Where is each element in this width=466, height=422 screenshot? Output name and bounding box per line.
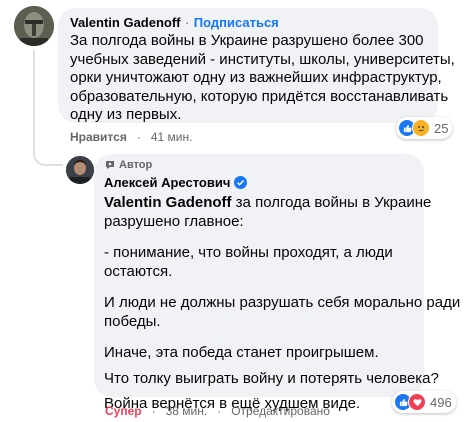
comment-line: И люди не должны разрушать себя морально… [104, 294, 461, 311]
avatar-arestovich[interactable] [66, 156, 94, 184]
thread-line-curve [33, 150, 63, 166]
love-icon [408, 393, 426, 411]
comment-actions: Супер · 38 мин. · Отредактировано [105, 404, 330, 418]
comment-bubble-valentin: Valentin Gadenoff · Подписаться За полго… [58, 8, 455, 123]
reaction-count: 25 [434, 120, 449, 136]
thread-line-vertical [33, 50, 35, 150]
comment-line: Иначе, эта победа станет проигрышем. [104, 344, 379, 361]
comment-author[interactable]: Valentin Gadenoff [70, 15, 181, 30]
reactions-summary[interactable]: 496 [392, 391, 456, 413]
comment-bubble-arestovich: Автор Алексей Арестович Valentin Gadenof… [94, 154, 460, 412]
edited-label: Отредактировано [231, 404, 330, 418]
comment-text: Valentin Gadenoff за полгода войны в Укр… [104, 194, 460, 414]
comment-fragment: за полгода войны в Украине [231, 194, 432, 211]
comment-time[interactable]: 41 мин. [151, 130, 193, 144]
comment-line: учебных заведений - институты, школы, ун… [70, 50, 455, 68]
sad-icon [412, 119, 430, 137]
comment-text: За полгода войны в Украине разрушено бол… [70, 32, 455, 125]
comment-line: Что толку выиграть войну и потерять чело… [104, 369, 439, 387]
follow-button[interactable]: Подписаться [194, 15, 279, 30]
reactions-summary[interactable]: 25 [396, 117, 453, 139]
reaction-count: 496 [430, 394, 452, 410]
separator-dot: · [217, 404, 222, 418]
avatar-valentin[interactable] [14, 6, 54, 46]
avatar-image [14, 6, 54, 46]
mention-link[interactable]: Valentin Gadenoff [104, 194, 232, 211]
separator-dot: · [136, 130, 141, 144]
comment-actions: Нравится · 41 мин. [70, 130, 192, 144]
comment-time[interactable]: 38 мин. [166, 404, 208, 418]
comment-line: орки уничтожают одну из важнейших инфрас… [70, 69, 442, 86]
comment-line: образовательную, которую придётся восста… [70, 87, 449, 105]
comment-line: разрушено главное: [104, 212, 244, 230]
avatar-image [66, 156, 94, 184]
separator-dot: · [151, 404, 156, 418]
separator-dot: · [184, 15, 190, 30]
comment-author[interactable]: Алексей Арестович [104, 175, 230, 190]
comment-line: остаются. [104, 262, 173, 280]
reaction-button-super[interactable]: Супер [105, 404, 142, 418]
like-button[interactable]: Нравится [70, 130, 127, 144]
author-badge-icon [106, 161, 114, 169]
author-badge: Автор [104, 159, 152, 171]
comment-line: За полгода войны в Украине разрушено бол… [70, 32, 424, 49]
author-badge-label: Автор [119, 159, 153, 171]
verified-icon [234, 176, 248, 189]
comment-line: - понимание, что войны проходят, а люди [104, 244, 393, 261]
comment-line: победы. [104, 312, 161, 330]
